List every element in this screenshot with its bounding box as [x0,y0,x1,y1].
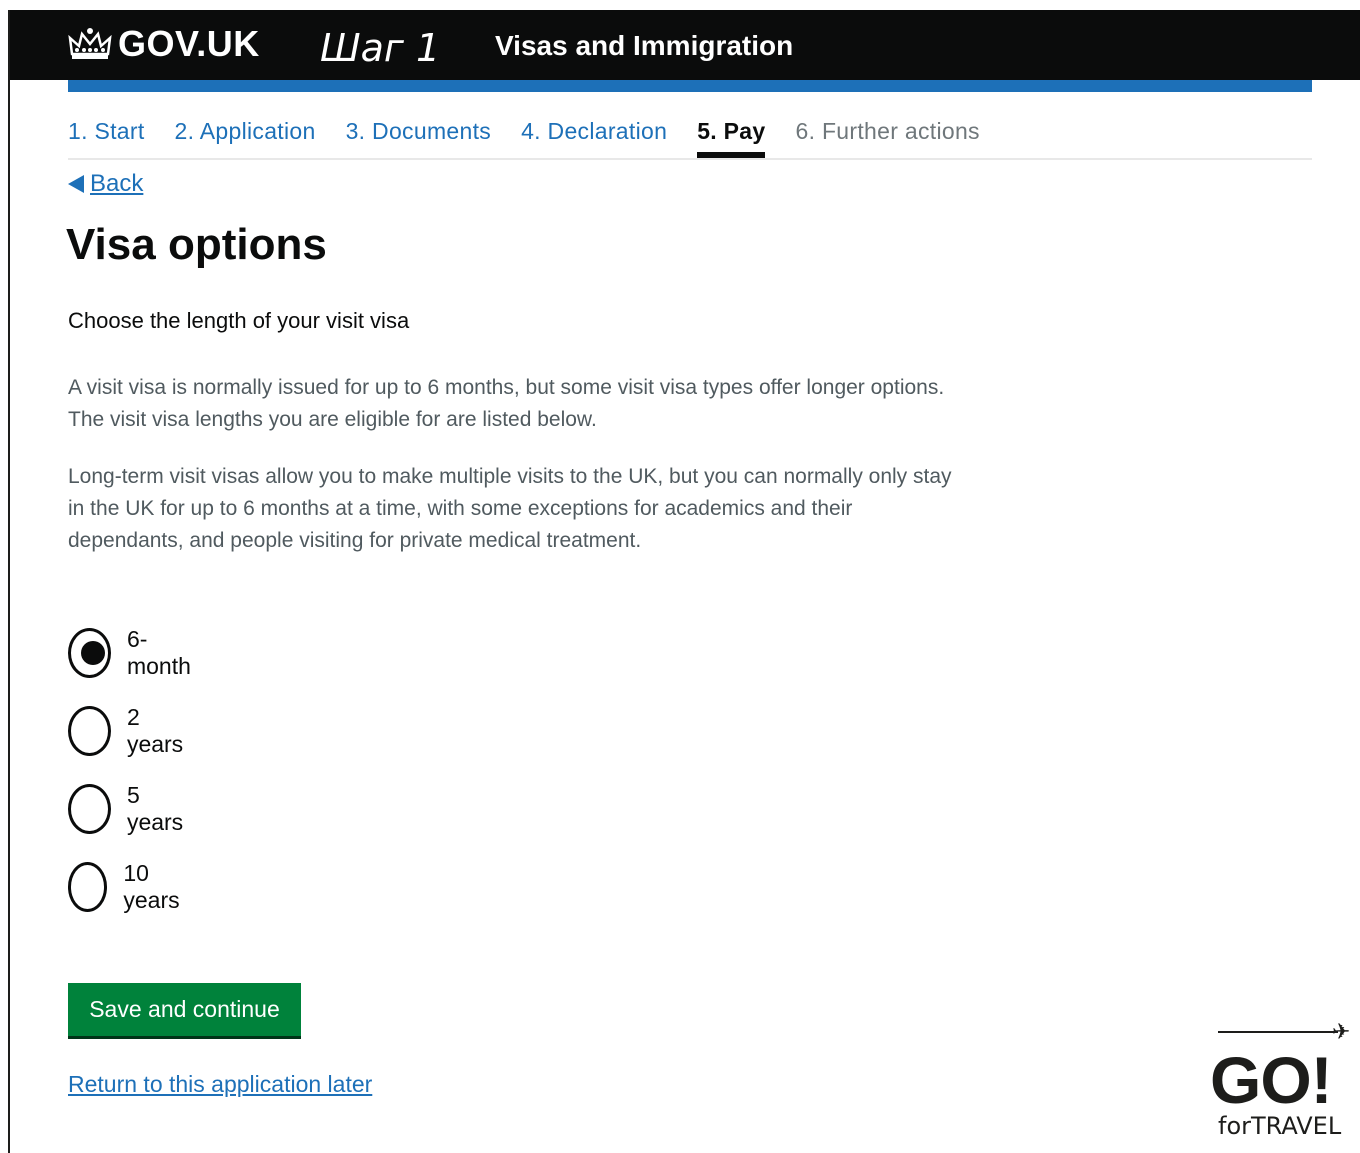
step-further-actions: 6. Further actions [795,118,980,144]
radio-option-2-years[interactable]: 2 years [68,704,190,758]
radio-option-6-month[interactable]: 6-month [68,626,198,680]
service-name[interactable]: Visas and Immigration [495,30,793,62]
intro-paragraph: A visit visa is normally issued for up t… [68,376,945,431]
page-frame [8,10,1360,1153]
step-start[interactable]: 1. Start [68,112,175,158]
step-annotation: Шаг 1 [320,26,441,70]
radio-label[interactable]: 2 years [127,704,190,758]
crown-icon [68,28,112,59]
radio-label[interactable]: 10 years [123,860,190,914]
step-declaration[interactable]: 4. Declaration [521,112,697,158]
radio-option-5-years[interactable]: 5 years [68,782,190,836]
long-term-paragraph: Long-term visit visas allow you to make … [68,465,952,552]
radio-button[interactable] [68,784,111,834]
step-application[interactable]: 2. Application [175,112,346,158]
lead-text: Choose the length of your visit visa [68,308,410,333]
radio-button[interactable] [68,628,111,678]
page-title: Visa options [66,220,327,269]
logo-text: GOV.UK [118,23,260,64]
back-arrow-icon [68,175,84,193]
radio-option-10-years[interactable]: 10 years [68,860,190,914]
header-accent-bar [68,80,1312,92]
radio-button[interactable] [68,706,111,756]
save-and-continue-button[interactable]: Save and continue [68,983,301,1036]
step-navigation: 1. Start 2. Application 3. Documents 4. … [68,112,1312,160]
return-later-link[interactable]: Return to this application later [68,1071,372,1098]
watermark-logo: ✈ GO! forTRAVEL [1210,1020,1350,1142]
radio-label[interactable]: 5 years [127,782,190,836]
plane-icon: ✈ [1332,1020,1351,1045]
watermark-line [1218,1031,1338,1033]
back-link[interactable]: Back [68,170,143,198]
radio-button[interactable] [68,862,108,912]
step-documents[interactable]: 3. Documents [346,112,522,158]
step-pay[interactable]: 5. Pay [697,112,795,158]
radio-label[interactable]: 6-month [127,626,198,680]
watermark-main: GO! [1210,1043,1333,1117]
watermark-sub: forTRAVEL [1218,1112,1342,1140]
site-header: GOV.UK Шаг 1 Visas and Immigration [10,10,1360,80]
back-label[interactable]: Back [90,170,143,198]
govuk-logo[interactable]: GOV.UK [68,23,260,64]
